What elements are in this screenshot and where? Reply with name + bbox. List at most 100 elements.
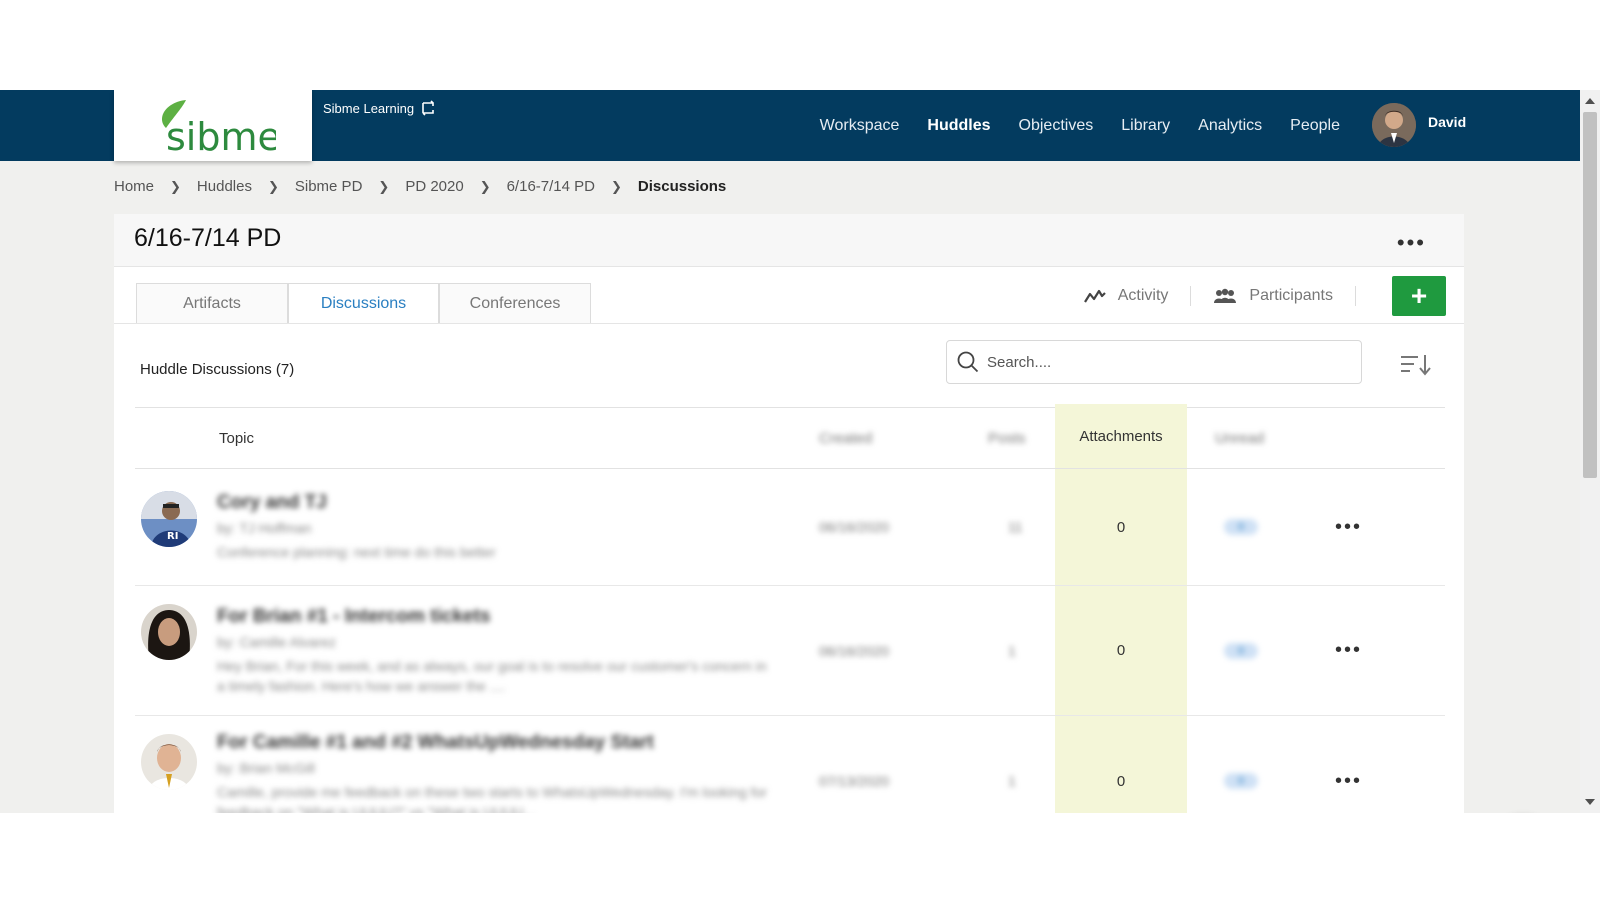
user-menu[interactable]: David — [1372, 103, 1466, 147]
posts-count: 1 — [1008, 642, 1016, 659]
scrollbar-thumb[interactable] — [1583, 112, 1597, 478]
participants-button[interactable]: Participants — [1213, 287, 1333, 305]
attachments-count: 0 — [1055, 716, 1187, 813]
chevron-right-icon: ❯ — [267, 178, 279, 194]
tab-conferences[interactable]: Conferences — [439, 283, 591, 324]
unread-badge: 0 — [1224, 773, 1258, 789]
activity-button[interactable]: Activity — [1083, 287, 1169, 305]
nav-people[interactable]: People — [1290, 117, 1340, 135]
top-navbar: sibme Sibme Learning Workspace Huddles O… — [0, 90, 1580, 161]
nav-analytics[interactable]: Analytics — [1198, 117, 1262, 135]
huddle-actions: Activity Participants + — [1083, 276, 1446, 316]
breadcrumb-current: Discussions — [637, 178, 727, 195]
chevron-right-icon: ❯ — [479, 178, 491, 194]
chevron-right-icon: ❯ — [378, 178, 390, 194]
account-switcher[interactable]: Sibme Learning — [323, 100, 436, 116]
search-icon — [957, 351, 979, 373]
unread-badge: 0 — [1224, 519, 1258, 535]
unread-cell: 0 — [1224, 469, 1258, 585]
user-name: David — [1428, 114, 1467, 130]
user-avatar[interactable] — [1372, 103, 1416, 147]
column-created[interactable]: Created — [819, 408, 872, 468]
posts-count: 1 — [1008, 773, 1016, 789]
created-date: 06/16/2020 — [819, 642, 890, 659]
actions-divider — [1190, 286, 1192, 306]
breadcrumb-sibme-pd[interactable]: Sibme PD — [295, 178, 363, 195]
switch-account-icon — [422, 100, 434, 116]
posts-count: 11 — [1008, 519, 1023, 535]
table-row[interactable]: RI Cory and TJ by: TJ Hoffman Conference… — [135, 469, 1445, 586]
huddle-card: 6/16-7/14 PD ••• Artifacts Discussions C… — [114, 214, 1464, 813]
discussions-table: Topic Created Posts Attachments Unread R… — [135, 404, 1445, 813]
search-input[interactable] — [985, 352, 1349, 372]
page-title: 6/16-7/14 PD — [134, 224, 282, 252]
nav-library[interactable]: Library — [1121, 117, 1170, 135]
nav-workspace[interactable]: Workspace — [820, 117, 900, 135]
app-viewport: sibme Sibme Learning Workspace Huddles O… — [0, 90, 1600, 813]
table-header: Topic Created Posts Attachments Unread — [135, 404, 1445, 469]
chevron-right-icon: ❯ — [610, 178, 622, 194]
unread-cell: 0 — [1224, 716, 1258, 813]
created-date: 06/16/2020 — [819, 519, 890, 535]
participants-label: Participants — [1249, 287, 1333, 304]
breadcrumb-pd-2020[interactable]: PD 2020 — [405, 178, 463, 195]
main-nav: Workspace Huddles Objectives Library Ana… — [792, 90, 1340, 161]
tab-artifacts[interactable]: Artifacts — [136, 283, 288, 324]
topic-author: by: Brian McGill — [217, 760, 316, 776]
breadcrumb-home[interactable]: Home — [114, 178, 154, 195]
topic-author: by: TJ Hoffman — [217, 520, 312, 536]
table-row[interactable]: For Camille #1 and #2 WhatsUpWednesday S… — [135, 716, 1445, 813]
row-more-icon[interactable]: ••• — [1335, 716, 1362, 813]
breadcrumb: Home ❯ Huddles ❯ Sibme PD ❯ PD 2020 ❯ 6/… — [114, 178, 726, 195]
author-avatar — [141, 604, 197, 660]
attachments-count: 0 — [1055, 586, 1187, 715]
topic-author: by: Camille Alvarez — [217, 633, 337, 650]
sibme-logo[interactable]: sibme — [114, 90, 312, 161]
attachments-count: 0 — [1055, 469, 1187, 585]
column-unread[interactable]: Unread — [1215, 408, 1264, 468]
scroll-down-arrow-icon[interactable] — [1585, 799, 1595, 805]
topic-description: Camille, provide me feedback on these tw… — [217, 784, 767, 813]
unread-badge: 0 — [1224, 642, 1258, 659]
chevron-right-icon: ❯ — [170, 178, 181, 194]
row-more-icon[interactable]: ••• — [1335, 469, 1362, 585]
sort-icon[interactable] — [1400, 354, 1432, 381]
topic-title[interactable]: For Brian #1 - Intercom tickets — [217, 606, 490, 628]
account-name: Sibme Learning — [323, 100, 415, 116]
column-attachments[interactable]: Attachments — [1055, 404, 1187, 468]
row-more-icon[interactable]: ••• — [1335, 586, 1362, 715]
svg-text:RI: RI — [167, 531, 178, 542]
table-row[interactable]: For Brian #1 - Intercom tickets by: Cami… — [135, 586, 1445, 716]
topic-cell[interactable]: For Camille #1 and #2 WhatsUpWednesday S… — [217, 716, 777, 813]
logo-wordmark: sibme — [166, 115, 276, 156]
activity-label: Activity — [1117, 287, 1169, 304]
column-posts[interactable]: Posts — [988, 408, 1026, 468]
column-topic[interactable]: Topic — [219, 408, 254, 468]
huddle-tabs: Artifacts Discussions Conferences — [136, 283, 591, 324]
more-options-icon[interactable]: ••• — [1397, 230, 1426, 256]
activity-icon — [1083, 289, 1106, 303]
nav-huddles[interactable]: Huddles — [927, 117, 990, 135]
topic-description: Hey Brian, For this week, and as always,… — [217, 657, 767, 694]
tab-discussions[interactable]: Discussions — [288, 283, 439, 324]
participants-icon — [1214, 288, 1237, 303]
add-discussion-button[interactable]: + — [1392, 276, 1446, 316]
actions-divider — [1355, 286, 1356, 306]
created-date: 07/13/2020 — [819, 773, 890, 789]
list-title: Huddle Discussions (7) — [140, 361, 295, 378]
page-scrollbar[interactable] — [1580, 90, 1600, 813]
topic-title[interactable]: For Camille #1 and #2 WhatsUpWednesday S… — [217, 732, 654, 754]
card-header: 6/16-7/14 PD ••• — [114, 214, 1464, 267]
topic-description: Conference planning: next time do this b… — [217, 544, 496, 560]
topic-title[interactable]: Cory and TJ — [217, 492, 327, 514]
breadcrumb-huddles[interactable]: Huddles — [197, 178, 252, 195]
nav-objectives[interactable]: Objectives — [1019, 117, 1094, 135]
unread-cell: 0 — [1224, 586, 1258, 715]
search-box[interactable] — [946, 340, 1362, 384]
author-avatar: RI — [141, 491, 197, 547]
scroll-up-arrow-icon[interactable] — [1585, 98, 1595, 104]
tab-divider — [114, 323, 1464, 324]
breadcrumb-huddle[interactable]: 6/16-7/14 PD — [507, 178, 595, 195]
topic-cell[interactable]: For Brian #1 - Intercom tickets by: Cami… — [217, 586, 777, 715]
topic-cell[interactable]: Cory and TJ by: TJ Hoffman Conference pl… — [217, 469, 777, 585]
